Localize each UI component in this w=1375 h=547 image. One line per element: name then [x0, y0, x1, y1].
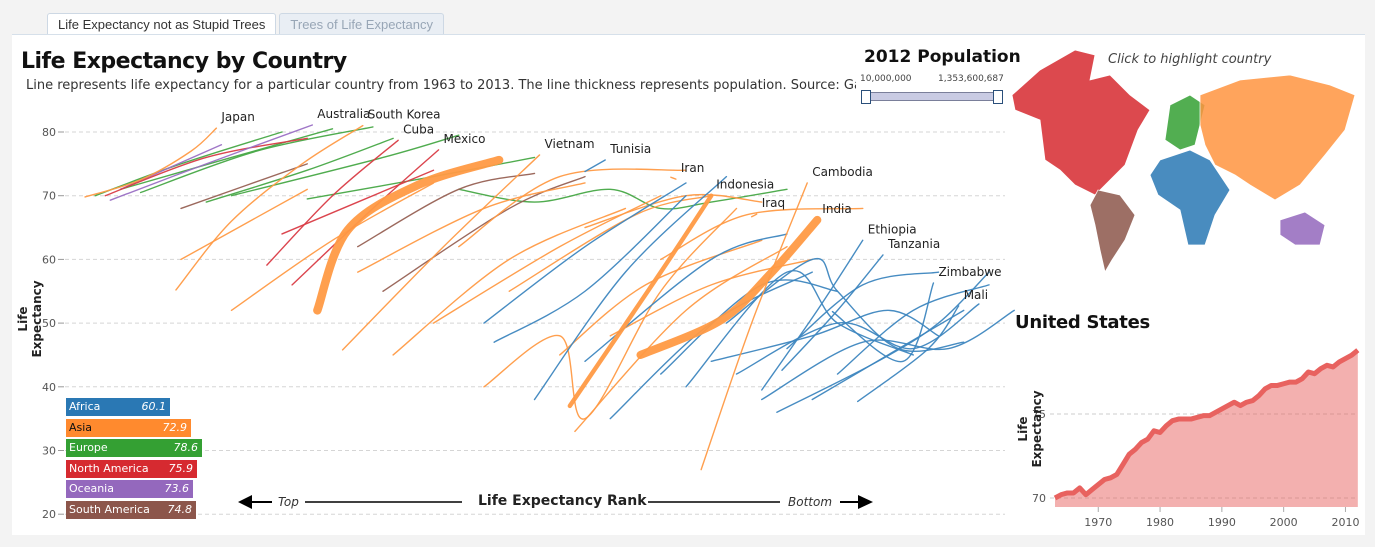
arrow-left-head-icon [238, 495, 252, 509]
map-region-north-america[interactable] [1011, 49, 1151, 196]
y-axis-label: Life Expectancy [16, 280, 44, 358]
country-label: Iran [681, 161, 704, 175]
us-y-axis-label: Life Expectancy [1016, 390, 1044, 468]
map-region-europe[interactable] [1164, 94, 1206, 151]
legend-value: 73.6 [164, 482, 190, 496]
x-axis-label: Life Expectancy Rank [478, 493, 647, 509]
country-label: Mexico [444, 132, 486, 146]
country-line[interactable] [458, 188, 788, 210]
country-line[interactable] [205, 137, 394, 203]
country-label: Ethiopia [868, 222, 917, 236]
x-axis-bottom-label: Bottom [788, 495, 833, 509]
country-line[interactable] [180, 188, 308, 261]
country-line-japan[interactable] [84, 127, 218, 198]
country-line[interactable] [660, 207, 864, 261]
y-tick-label: 50 [42, 317, 56, 330]
us-x-tick-label: 2000 [1270, 516, 1298, 529]
y-tick-label: 40 [42, 381, 56, 394]
country-line[interactable] [710, 309, 940, 363]
y-tick-label: 80 [42, 126, 56, 139]
country-label: South Korea [368, 108, 441, 122]
y-tick-label: 70 [42, 190, 56, 203]
y-tick-label: 30 [42, 445, 56, 458]
country-line-iraq[interactable] [750, 213, 758, 218]
legend-name: Europe [69, 441, 108, 455]
country-label: Indonesia [716, 178, 774, 192]
world-map[interactable] [1011, 49, 1356, 274]
arrow-right-head-icon [858, 495, 873, 509]
legend-name: North America [69, 461, 149, 475]
legend-value: 60.1 [141, 400, 167, 413]
y-tick-label: 60 [42, 253, 56, 266]
legend-name: South America [69, 502, 150, 516]
legend-name: Oceania [69, 482, 114, 496]
us-x-tick-label: 1980 [1146, 516, 1174, 529]
us-x-tick-label: 1970 [1084, 516, 1112, 529]
country-label: Mali [964, 288, 988, 302]
selected-country-title: United States [1015, 312, 1150, 333]
us-y-tick-label: 70 [1032, 492, 1046, 505]
population-max-value: 1,353,600,687 [938, 74, 1004, 84]
country-label: Vietnam [545, 137, 595, 151]
country-label: Iraq [762, 196, 785, 210]
country-line[interactable] [584, 193, 763, 229]
legend-item-africa[interactable]: Africa 60.1 [66, 398, 170, 416]
us-x-tick-label: 2010 [1331, 516, 1359, 529]
country-line-tanzania[interactable] [781, 254, 884, 371]
country-line-indonesia[interactable] [567, 193, 714, 409]
x-axis-top-label: Top [278, 495, 299, 509]
country-line-india[interactable] [636, 215, 822, 360]
country-line[interactable] [483, 207, 738, 420]
us-x-tick-label: 1990 [1208, 516, 1236, 529]
country-line[interactable] [685, 269, 914, 388]
legend-item-asia[interactable]: Asia 72.9 [66, 418, 191, 437]
y-tick-label: 20 [42, 508, 56, 521]
map-region-oceania[interactable] [1279, 211, 1326, 246]
slider-max-handle[interactable] [993, 90, 1003, 104]
legend-name: Africa [69, 400, 101, 413]
population-range-slider[interactable] [861, 90, 1003, 104]
country-label: Japan [220, 110, 254, 124]
country-line[interactable] [119, 128, 334, 191]
legend-value: 74.8 [167, 502, 193, 516]
country-line[interactable] [609, 271, 813, 420]
continent-legend: Africa 60.1 Asia 72.9 Europe 78.6 North Americ… [66, 398, 202, 522]
map-region-south-america[interactable] [1089, 189, 1136, 274]
legend-value: 72.9 [162, 420, 188, 434]
country-line-iran[interactable] [670, 176, 677, 180]
population-min-value: 10,000,000 [860, 74, 912, 84]
map-hint: Click to highlight country [1108, 52, 1272, 67]
legend-item-oceania[interactable]: Oceania 73.6 [66, 480, 193, 499]
country-label: India [822, 202, 851, 216]
slider-min-handle[interactable] [861, 90, 871, 104]
legend-item-north-america[interactable]: North America 75.9 [66, 459, 197, 478]
country-label: Zimbabwe [938, 265, 1001, 279]
legend-item-europe[interactable]: Europe 78.6 [66, 439, 202, 458]
country-label: Tanzania [887, 237, 940, 251]
legend-name: Asia [69, 420, 93, 434]
legend-item-south-america[interactable]: South America 74.8 [66, 500, 196, 519]
country-label: Australia [317, 107, 370, 121]
country-line-australia[interactable] [109, 124, 313, 201]
legend-value: 75.9 [168, 461, 194, 475]
country-line[interactable] [104, 137, 308, 197]
country-label: Cambodia [812, 165, 873, 179]
population-filter-title: 2012 Population [864, 47, 1021, 67]
life-expectancy-chart: 20304050607080Japan AustraliaSouth KoreaC… [42, 49, 1359, 529]
country-label: Tunisia [609, 142, 651, 156]
legend-value: 78.6 [173, 441, 199, 455]
country-line[interactable] [119, 144, 223, 191]
country-label: Cuba [403, 122, 434, 136]
